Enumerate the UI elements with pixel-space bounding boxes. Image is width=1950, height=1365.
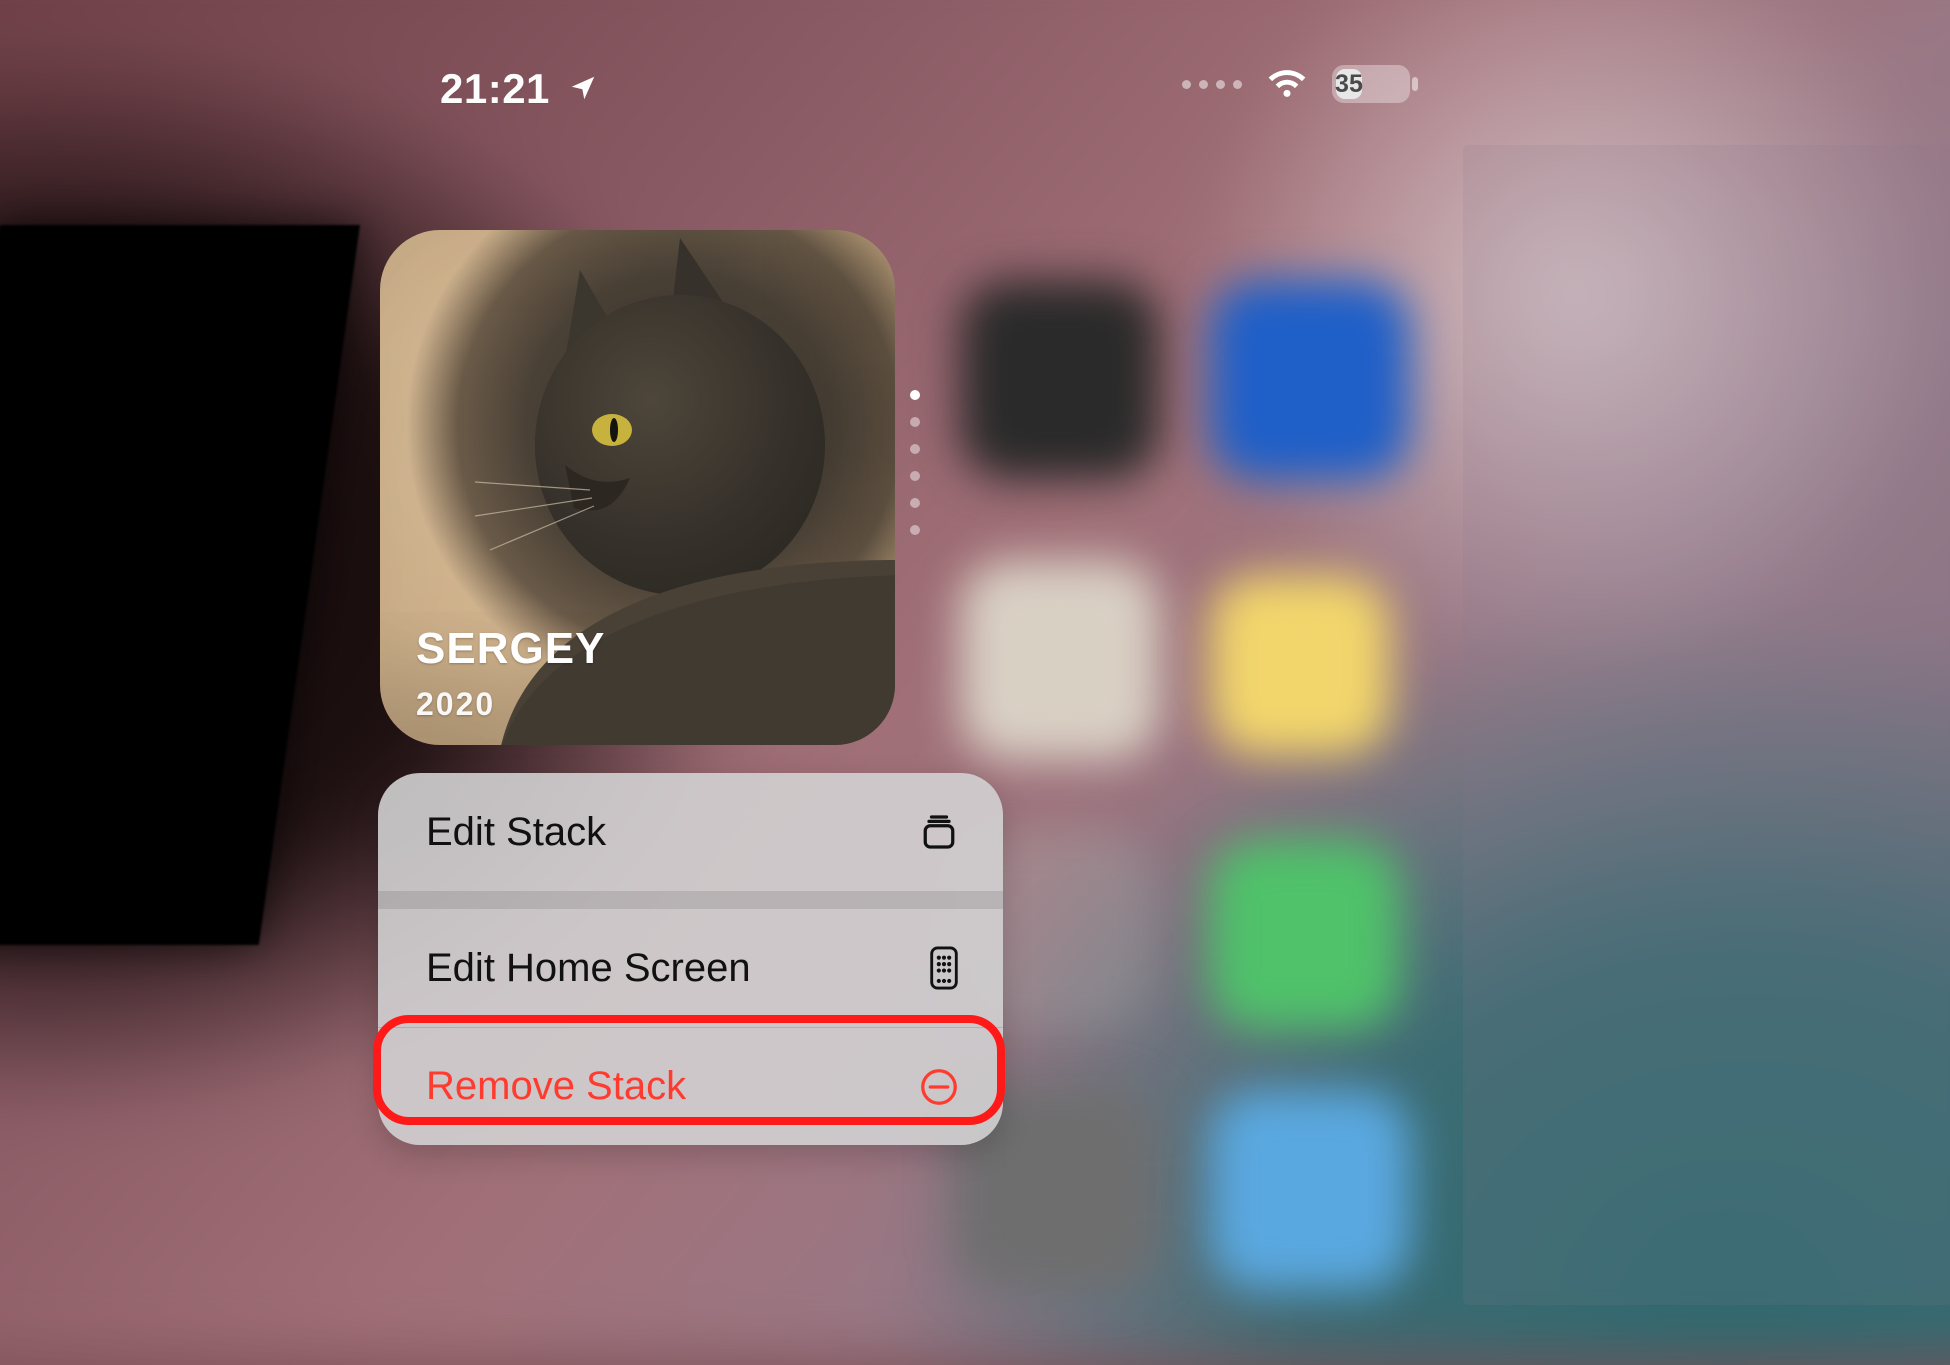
location-icon (568, 65, 598, 113)
menu-item-label: Edit Home Screen (426, 946, 751, 991)
blurred-app-icon (1210, 575, 1390, 755)
widget-context-menu: Edit Stack Edit Home Screen Rem (378, 773, 1003, 1145)
stack-icon (919, 812, 959, 852)
menu-separator (378, 891, 1003, 909)
apps-grid-icon (929, 946, 959, 990)
battery-percent-label: 35 (1335, 70, 1363, 99)
blurred-app-icon (1210, 840, 1400, 1030)
menu-item-label: Edit Stack (426, 810, 606, 855)
blurred-app-icon (960, 560, 1160, 760)
battery-indicator: 35 (1332, 65, 1410, 103)
widget-caption: SERGEY 2020 (416, 624, 605, 723)
widget-subtitle: 2020 (416, 686, 605, 723)
blurred-app-icon (960, 280, 1160, 480)
menu-item-edit-stack[interactable]: Edit Stack (378, 773, 1003, 891)
page-dots-icon (1182, 80, 1242, 89)
status-time: 21:21 (440, 65, 550, 113)
status-time-group: 21:21 (440, 65, 598, 113)
status-bar: 21:21 35 (0, 0, 1950, 140)
blurred-app-icon (1210, 280, 1410, 480)
wifi-icon (1266, 66, 1308, 103)
blurred-app-icon (1210, 1090, 1410, 1290)
minus-circle-icon (919, 1067, 959, 1107)
status-right-group: 35 (1182, 65, 1410, 103)
photos-widget-stack[interactable]: SERGEY 2020 (380, 230, 895, 745)
menu-item-edit-home-screen[interactable]: Edit Home Screen (378, 909, 1003, 1027)
menu-item-remove-stack[interactable]: Remove Stack (378, 1027, 1003, 1145)
menu-item-label: Remove Stack (426, 1064, 686, 1109)
widget-title: SERGEY (416, 624, 605, 674)
widget-stack-page-indicator[interactable] (910, 390, 920, 535)
today-view-panel-blur (1463, 145, 1950, 1305)
